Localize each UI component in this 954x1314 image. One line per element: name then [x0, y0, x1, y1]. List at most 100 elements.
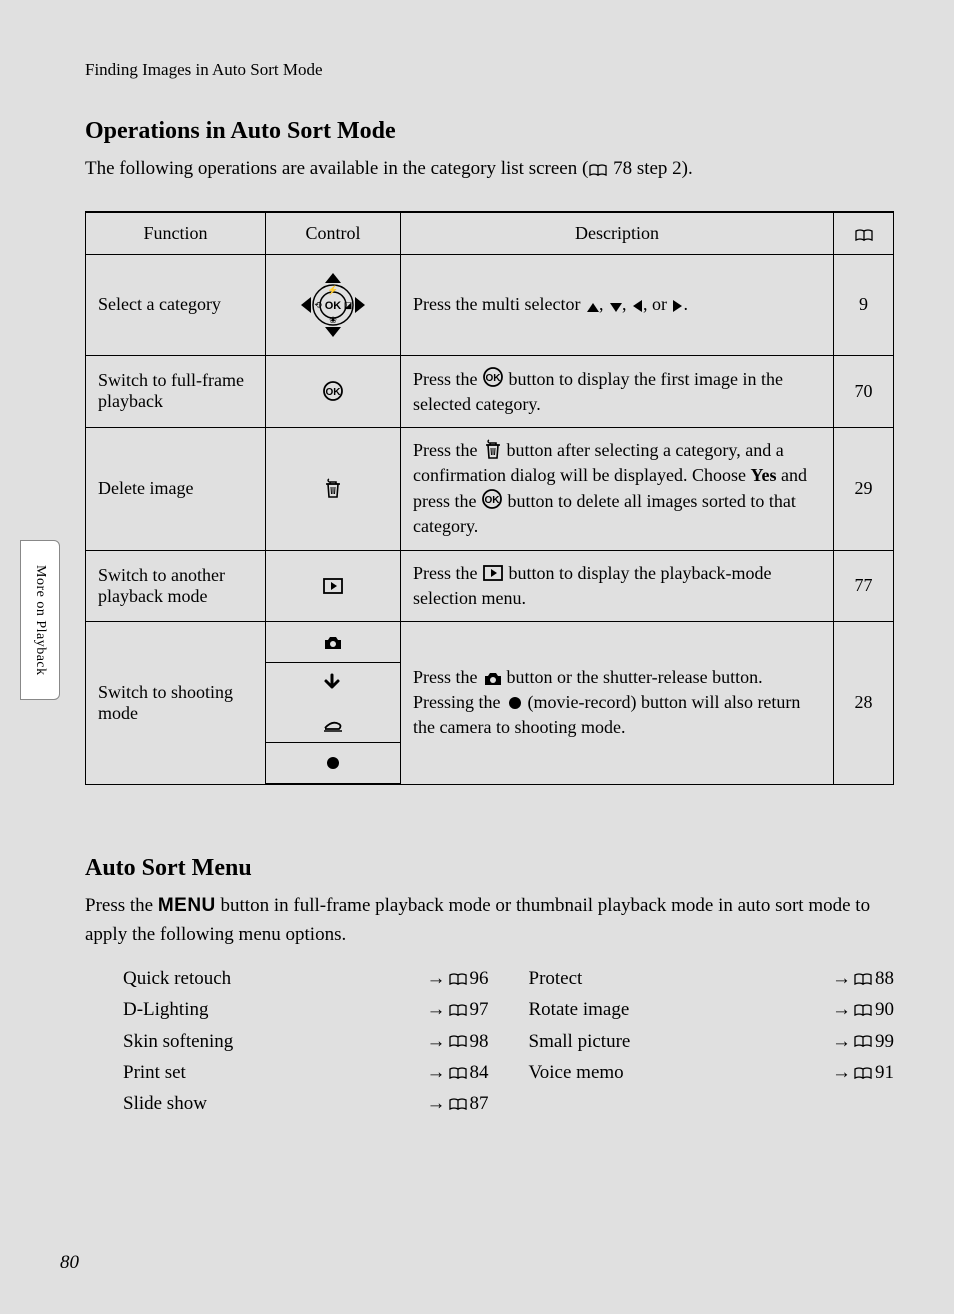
triangle-down-icon — [608, 301, 622, 313]
cell-page: 29 — [834, 427, 894, 550]
ok-icon — [482, 366, 504, 388]
cell-desc: Press the button or the shutter-release … — [401, 622, 834, 785]
triangle-up-icon — [585, 301, 599, 313]
menu-item-label: Voice memo — [529, 1057, 624, 1088]
th-description: Description — [401, 212, 834, 255]
cell-page: 77 — [834, 550, 894, 621]
book-icon — [853, 1034, 873, 1048]
cell-func: Switch to shooting mode — [86, 622, 266, 785]
trash-icon — [482, 439, 502, 459]
menu-col-left: Quick retouch → 96 D-Lighting → 97 Skin so… — [123, 963, 489, 1120]
page-ref: → 99 — [832, 1026, 894, 1057]
cell-func: Switch to another playback mode — [86, 550, 266, 621]
cell-control-shutter — [266, 663, 401, 743]
operations-table: Function Control Description Select a ca… — [85, 211, 894, 786]
yes-label: Yes — [750, 465, 776, 485]
menu-item: Voice memo → 91 — [529, 1057, 895, 1088]
ok-icon — [322, 380, 344, 402]
book-icon — [448, 1097, 468, 1111]
multi-selector-icon — [293, 265, 373, 345]
cell-page: 28 — [834, 622, 894, 785]
page-ref: → 97 — [427, 994, 489, 1025]
camera-icon — [322, 632, 344, 652]
menu-item-label: Quick retouch — [123, 963, 231, 994]
menu-item: Small picture → 99 — [529, 1026, 895, 1057]
menu-item-label: Rotate image — [529, 994, 630, 1025]
cell-desc: Press the button to display the first im… — [401, 355, 834, 427]
side-tab: More on Playback — [20, 540, 60, 700]
ok-icon — [481, 488, 503, 510]
intro-pre: The following operations are available i… — [85, 158, 588, 179]
book-icon — [853, 1066, 873, 1080]
page-ref: → 98 — [427, 1026, 489, 1057]
cell-func: Delete image — [86, 427, 266, 550]
cell-control-camera — [266, 622, 401, 663]
desc-text: Press the — [413, 369, 482, 389]
playback-icon — [482, 564, 504, 582]
table-row: Switch to full-frame playback Press the … — [86, 355, 894, 427]
cell-func: Switch to full-frame playback — [86, 355, 266, 427]
cell-desc: Press the multi selector , , , or . — [401, 254, 834, 355]
book-icon — [448, 1003, 468, 1017]
playback-icon — [322, 577, 344, 595]
book-icon — [448, 972, 468, 986]
intro-text: The following operations are available i… — [85, 155, 894, 183]
heading-auto-sort-menu: Auto Sort Menu — [85, 855, 894, 882]
record-dot-icon — [323, 753, 343, 773]
triangle-right-icon — [671, 299, 683, 313]
menu-item-label: Protect — [529, 963, 583, 994]
menu-item: D-Lighting → 97 — [123, 994, 489, 1025]
heading-operations: Operations in Auto Sort Mode — [85, 118, 894, 145]
table-row: Switch to another playback mode Press th… — [86, 550, 894, 621]
menu-item: Rotate image → 90 — [529, 994, 895, 1025]
menu-item-label: Print set — [123, 1057, 186, 1088]
page-ref: → 88 — [832, 963, 894, 994]
trash-icon — [322, 478, 344, 500]
menu-item: Protect → 88 — [529, 963, 895, 994]
page-ref: → 87 — [427, 1088, 489, 1119]
cell-control-play — [266, 550, 401, 621]
menu-item: Slide show → 87 — [123, 1088, 489, 1119]
book-icon — [588, 163, 608, 177]
book-icon — [448, 1034, 468, 1048]
running-head: Finding Images in Auto Sort Mode — [85, 60, 894, 80]
shutter-squiggle-icon — [322, 712, 344, 732]
page-number: 80 — [60, 1252, 79, 1274]
menu-item: Print set → 84 — [123, 1057, 489, 1088]
book-icon — [853, 1003, 873, 1017]
menu-item-label: Small picture — [529, 1026, 631, 1057]
table-row: Delete image Press the button after sele… — [86, 427, 894, 550]
cell-page: 70 — [834, 355, 894, 427]
menu-label: MENU — [158, 895, 216, 916]
page-ref: → 90 — [832, 994, 894, 1025]
book-icon — [853, 972, 873, 986]
cell-func: Select a category — [86, 254, 266, 355]
triangle-left-icon — [631, 299, 643, 313]
th-page-ref — [834, 212, 894, 255]
cell-control-trash — [266, 427, 401, 550]
book-icon — [854, 228, 874, 242]
menu-item-label: D-Lighting — [123, 994, 209, 1025]
th-control: Control — [266, 212, 401, 255]
camera-icon — [482, 668, 502, 686]
table-row: Switch to shooting mode Press the button… — [86, 622, 894, 663]
page-ref: → 91 — [832, 1057, 894, 1088]
side-tab-label: More on Playback — [32, 565, 48, 676]
cell-control-ok — [266, 355, 401, 427]
menu-options: Quick retouch → 96 D-Lighting → 97 Skin so… — [85, 963, 894, 1120]
menu-col-right: Protect → 88 Rotate image → 90 Small pictu… — [529, 963, 895, 1120]
intro-post: 78 step 2). — [608, 158, 692, 179]
page-ref: → 96 — [427, 963, 489, 994]
cell-control-record — [266, 743, 401, 785]
desc-text: Press the multi selector — [413, 294, 585, 314]
cell-page: 9 — [834, 254, 894, 355]
th-function: Function — [86, 212, 266, 255]
menu-item-label: Skin softening — [123, 1026, 233, 1057]
cell-control-selector — [266, 254, 401, 355]
menu-item-label: Slide show — [123, 1088, 207, 1119]
menu-item: Quick retouch → 96 — [123, 963, 489, 994]
record-dot-icon — [505, 693, 523, 711]
cell-desc: Press the button to display the playback… — [401, 550, 834, 621]
arrow-down-icon — [322, 673, 344, 691]
page-ref: → 84 — [427, 1057, 489, 1088]
